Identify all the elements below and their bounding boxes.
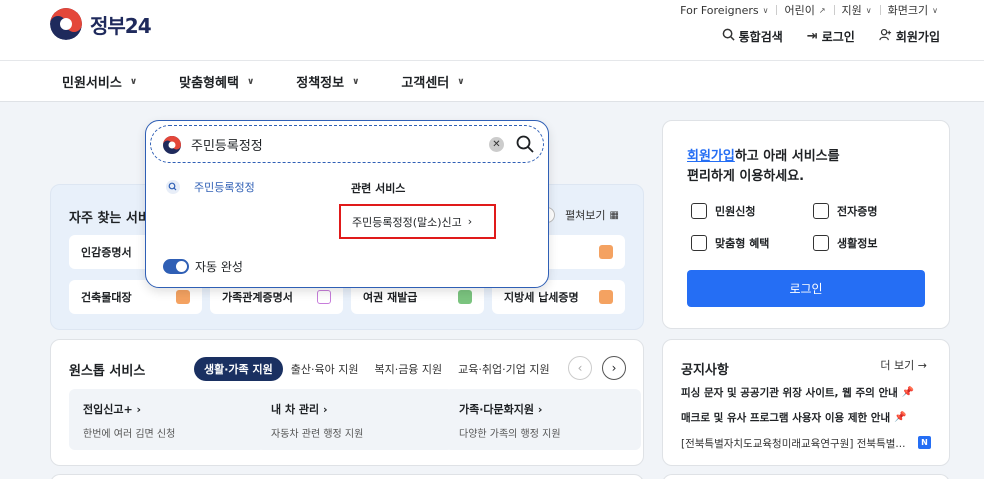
pencil-icon	[458, 290, 472, 304]
notice-item[interactable]: 피싱 문자 및 공공기관 위장 사이트, 웹 주의 안내 📌	[681, 385, 914, 400]
chevron-down-icon: ∨	[762, 5, 769, 15]
chevron-down-icon: ∨	[865, 5, 872, 15]
document-icon	[599, 245, 613, 259]
onestop-title: 원스톱 서비스	[69, 364, 146, 379]
chevron-right-icon: ›	[611, 361, 617, 375]
external-link-icon: ↗	[818, 5, 826, 15]
login-message: 회원가입하고 아래 서비스를 편리하게 이용하세요.	[687, 149, 840, 184]
nav-customer-center[interactable]: 고객센터 ∨	[401, 72, 464, 91]
new-badge: N	[918, 436, 931, 449]
utility-menu: For Foreigners ∨ 어린이 ↗ 지원 ∨ 화면크기 ∨	[672, 2, 946, 18]
pin-icon: 📌	[894, 412, 907, 423]
user-plus-icon	[879, 28, 892, 45]
service-e-certificate[interactable]: 전자증명	[813, 203, 877, 219]
expand-button[interactable]: 펼쳐보기 ▦	[539, 207, 619, 223]
chevron-left-icon: ‹	[577, 361, 583, 375]
chevron-right-icon: ›	[467, 215, 473, 228]
login-icon: ⇥	[806, 29, 818, 44]
search-autocomplete-popup: ✕ 주민등록정정 관련 서비스 주민등록정정(말소)신고 › 자동 완성	[145, 120, 549, 288]
onestop-card-move-in[interactable]: 전입신고+ › 한번에 여러 김면 신청	[69, 389, 265, 450]
chevron-right-icon: ›	[537, 403, 543, 416]
autocomplete-toggle[interactable]: 자동 완성	[163, 258, 243, 275]
chevron-down-icon: ∨	[932, 5, 938, 15]
logo-text: 정부24	[90, 13, 152, 38]
document-icon	[176, 290, 190, 304]
util-support[interactable]: 지원 ∨	[833, 2, 880, 18]
grid-icon: ▦	[609, 209, 619, 221]
signup-link[interactable]: 회원가입	[879, 28, 940, 45]
nav-policy-info[interactable]: 정책정보 ∨	[296, 72, 359, 91]
onestop-tabs: 생활·가족 지원 출산·육아 지원 복지·금융 지원 교육·취업·기업 지원	[194, 357, 558, 381]
frequent-services-title: 자주 찾는 서비	[69, 211, 150, 226]
search-icon	[722, 28, 735, 45]
next-section	[50, 474, 644, 479]
signup-link[interactable]: 회원가입	[687, 149, 735, 164]
pin-icon: 📌	[901, 387, 915, 398]
onestop-card-my-car[interactable]: 내 차 관리 › 자동차 관련 행정 지원	[257, 389, 453, 450]
related-services-title: 관련 서비스	[351, 182, 406, 195]
external-link-icon	[317, 290, 331, 304]
notice-item[interactable]: [전북특별자치도교육청미래교육연구원] 전북특별...	[681, 436, 905, 451]
chevron-down-icon: ∨	[246, 76, 255, 87]
arrow-right-icon: →	[917, 359, 927, 372]
service-civil-apply[interactable]: 민원신청	[691, 203, 755, 219]
tab-life-family[interactable]: 생활·가족 지원	[194, 357, 283, 381]
search-bar: ✕	[150, 125, 544, 163]
login-button[interactable]: 로그인	[687, 270, 925, 307]
search-icon	[166, 180, 180, 194]
bookmark-icon	[813, 235, 829, 251]
taegeuk-logo-icon	[50, 8, 82, 40]
suggestion-item[interactable]: 주민등록정정	[166, 179, 255, 195]
chevron-right-icon: ›	[322, 403, 328, 416]
document-icon	[599, 290, 613, 304]
next-section	[662, 474, 950, 479]
certificate-icon	[813, 203, 829, 219]
util-foreigners[interactable]: For Foreigners ∨	[672, 4, 776, 17]
prev-arrow-button[interactable]: ‹	[568, 356, 592, 380]
tab-education-job[interactable]: 교육·취업·기업 지원	[450, 357, 557, 381]
integrated-search-button[interactable]: 통합검색	[722, 28, 783, 45]
search-input[interactable]	[191, 134, 481, 154]
util-kids[interactable]: 어린이 ↗	[776, 2, 833, 18]
nav-civil-service[interactable]: 민원서비스 ∨	[62, 72, 137, 91]
chevron-down-icon: ∨	[129, 76, 138, 87]
mail-icon	[691, 203, 707, 219]
header: 정부24 For Foreigners ∨ 어린이 ↗ 지원 ∨ 화면크기 ∨ …	[0, 0, 984, 60]
taegeuk-logo-icon	[163, 136, 181, 154]
notice-item[interactable]: 매크로 및 유사 프로그램 사용자 이용 제한 안내 📌	[681, 410, 907, 425]
search-icon[interactable]	[515, 134, 535, 154]
gift-icon	[691, 235, 707, 251]
login-link[interactable]: ⇥ 로그인	[807, 28, 855, 45]
toggle-switch[interactable]	[163, 259, 189, 274]
main-nav: 민원서비스 ∨ 맞춤형혜택 ∨ 정책정보 ∨ 고객센터 ∨	[0, 60, 984, 102]
chevron-down-icon: ∨	[352, 76, 360, 87]
onestop-services: 원스톱 서비스 생활·가족 지원 출산·육아 지원 복지·금융 지원 교육·취업…	[50, 339, 644, 466]
nav-custom-benefits[interactable]: 맞춤형혜택 ∨	[179, 72, 254, 91]
next-arrow-button[interactable]: ›	[602, 356, 626, 380]
notice-more-link[interactable]: 더 보기 →	[880, 357, 927, 373]
service-life-info[interactable]: 생활정보	[813, 235, 877, 251]
related-service-link[interactable]: 주민등록정정(말소)신고 ›	[339, 204, 496, 239]
util-screen-size[interactable]: 화면크기 ∨	[879, 2, 946, 18]
member-menu: 통합검색 ⇥ 로그인 회원가입	[698, 28, 940, 45]
login-card: 회원가입하고 아래 서비스를 편리하게 이용하세요. 민원신청 전자증명 맞춤형…	[662, 120, 950, 329]
notice-title: 공지사항	[681, 363, 729, 378]
gov24-logo[interactable]: 정부24	[50, 8, 152, 40]
service-custom-benefit[interactable]: 맞춤형 혜택	[691, 235, 769, 251]
clear-icon[interactable]: ✕	[489, 137, 504, 152]
tab-welfare-finance[interactable]: 복지·금융 지원	[366, 357, 450, 381]
notice-panel: 공지사항 더 보기 → 피싱 문자 및 공공기관 위장 사이트, 웹 주의 안내…	[662, 339, 950, 466]
tab-birth-childcare[interactable]: 출산·육아 지원	[283, 357, 367, 381]
onestop-card-family[interactable]: 가족·다문화지원 › 다양한 가족의 행정 지원	[445, 389, 641, 450]
chevron-right-icon: ›	[136, 403, 142, 416]
chevron-down-icon: ∨	[457, 76, 465, 87]
